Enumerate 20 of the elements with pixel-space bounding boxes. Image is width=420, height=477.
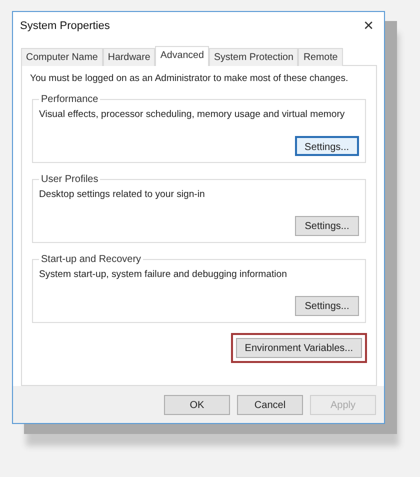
group-description: System start-up, system failure and debugging information — [39, 268, 288, 281]
group-title: Performance — [40, 93, 100, 106]
group-description: Visual effects, processor scheduling, memory usage and virtual memory — [39, 108, 346, 121]
tab[interactable]: Advanced — [155, 46, 209, 66]
settings-button[interactable]: Settings... — [295, 296, 359, 316]
settings-button[interactable]: Settings... — [294, 136, 359, 156]
tab[interactable]: System Protection — [208, 48, 298, 66]
dialog-button[interactable]: Cancel — [237, 395, 303, 415]
tab[interactable]: Computer Name — [21, 48, 103, 66]
tab[interactable]: Remote — [298, 48, 343, 66]
group-title: User Profiles — [40, 173, 100, 186]
settings-button[interactable]: Settings... — [295, 216, 359, 236]
close-button[interactable]: ✕ — [359, 18, 378, 34]
tab[interactable]: Hardware — [102, 48, 156, 66]
window-title: System Properties — [20, 20, 110, 32]
environment-variables-button[interactable]: Environment Variables... — [236, 338, 362, 358]
group-description: Desktop settings related to your sign-in — [39, 188, 206, 201]
group-title: Start-up and Recovery — [40, 253, 142, 266]
notice-text: You must be logged on as an Administrator to make most of these changes. — [30, 72, 350, 85]
dialog-button[interactable]: OK — [164, 395, 230, 415]
